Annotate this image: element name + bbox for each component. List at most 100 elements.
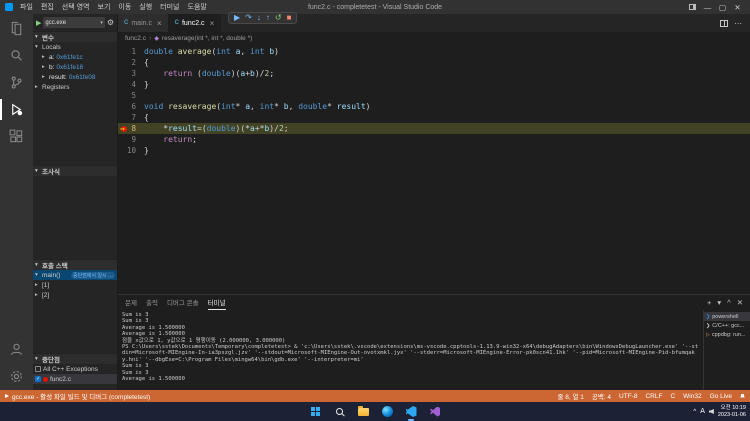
menu-item[interactable]: 도움말	[188, 2, 207, 12]
code-line[interactable]: 7{	[118, 112, 750, 123]
status-item[interactable]: 공백: 4	[592, 391, 611, 401]
variables-section-header[interactable]: ▾ 변수	[33, 31, 117, 42]
callstack-row[interactable]: ▸ [1]	[33, 280, 117, 290]
step-into-button[interactable]: ↓	[257, 14, 261, 22]
activity-extensions[interactable]	[0, 123, 33, 150]
tab-main.c[interactable]: Cmain.c ×	[118, 14, 169, 32]
close-icon[interactable]: ×	[210, 19, 215, 28]
gear-icon[interactable]: ⚙	[107, 18, 114, 27]
code-line[interactable]: 6 void resaverage(int* a, int* b, double*…	[118, 101, 750, 112]
code-line[interactable]: 8 → *result=(double)(*a+*b)/2;	[118, 123, 750, 134]
breakpoints-section-header[interactable]: ▾ 중단점	[33, 353, 117, 364]
menu-item[interactable]: 이동	[118, 2, 131, 12]
line-number[interactable]: 8 →	[118, 123, 144, 134]
bell-icon[interactable]	[740, 393, 745, 398]
breadcrumb-symbol[interactable]: resaverage(int *, int *, double *)	[162, 35, 252, 42]
breakpoint-checkbox[interactable]	[35, 366, 41, 372]
taskbar-search-button[interactable]	[331, 404, 347, 420]
terminal-list-item[interactable]: ❯ powershell	[704, 312, 750, 321]
restart-button[interactable]: ↺	[275, 14, 282, 22]
close-icon[interactable]: ×	[157, 19, 162, 28]
breakpoint-checkbox[interactable]	[35, 376, 41, 382]
panel-tab-터미널[interactable]: 터미널	[207, 295, 226, 310]
activity-run-debug[interactable]	[0, 96, 33, 123]
taskbar-edge-button[interactable]	[379, 404, 395, 420]
close-panel-icon[interactable]: ✕	[737, 298, 743, 307]
taskbar-vscode-button[interactable]	[403, 404, 419, 421]
code-line[interactable]: 1 double average(int a, int b)	[118, 46, 750, 57]
menu-item[interactable]: 편집	[41, 2, 54, 12]
variable-row[interactable]: ▸ b: 0x61fe18	[33, 62, 117, 72]
stop-button[interactable]: ■	[287, 14, 292, 22]
continue-button[interactable]: ▶	[234, 14, 240, 22]
tray-chevron-icon[interactable]: ^	[693, 409, 696, 415]
watch-section-header[interactable]: ▾ 조사식	[33, 165, 117, 176]
variable-row[interactable]: ▸ result: 0x61fe08	[33, 72, 117, 82]
line-number[interactable]: 1	[118, 46, 144, 57]
activity-search[interactable]	[0, 42, 33, 69]
registers-group-row[interactable]: ▸ Registers	[33, 82, 117, 92]
code-line[interactable]: 9 return;	[118, 134, 750, 145]
volume-icon[interactable]	[708, 409, 714, 414]
panel-tab-디버그 콘솔[interactable]: 디버그 콘솔	[167, 295, 199, 310]
debug-config-dropdown[interactable]: gcc.exe ▾	[43, 17, 105, 28]
new-terminal-icon[interactable]: +	[707, 298, 711, 307]
close-button[interactable]: ✕	[730, 0, 745, 14]
maximize-button[interactable]: ▢	[715, 0, 730, 14]
status-item[interactable]: Win32	[683, 393, 701, 400]
menu-item[interactable]: 선택 영역	[62, 2, 90, 12]
variable-row[interactable]: ▸ a: 0x61fe1c	[33, 52, 117, 62]
panel-tab-문제[interactable]: 문제	[125, 295, 137, 310]
minimize-button[interactable]: —	[700, 0, 715, 14]
code-line[interactable]: 3 return (double)(a+b)/2;	[118, 68, 750, 79]
taskbar-start-button[interactable]	[307, 404, 323, 420]
split-editor-icon[interactable]	[720, 19, 728, 27]
breadcrumb[interactable]: func2.c › ◆ resaverage(int *, int *, dou…	[118, 32, 750, 44]
line-number[interactable]: 10	[118, 145, 144, 156]
code-line[interactable]: 5	[118, 90, 750, 101]
status-item[interactable]: UTF-8	[619, 393, 637, 400]
step-out-button[interactable]: ↑	[266, 14, 270, 22]
code-line[interactable]: 2{	[118, 57, 750, 68]
status-item[interactable]: C	[670, 393, 675, 400]
taskbar-visual-studio-button[interactable]	[427, 404, 443, 420]
panel-tab-출력[interactable]: 출력	[146, 295, 158, 310]
line-number[interactable]: 5	[118, 90, 144, 101]
status-item[interactable]: 줄 8, 열 1	[557, 391, 583, 401]
code-line[interactable]: 4}	[118, 79, 750, 90]
status-item[interactable]: Go Live	[710, 393, 732, 400]
maximize-panel-icon[interactable]: ^	[727, 298, 731, 307]
step-over-button[interactable]: ↷	[245, 14, 252, 22]
callstack-row[interactable]: ▾ main() 중단점에서 일시 중지됨	[33, 270, 117, 280]
code-editor[interactable]: 1 double average(int a, int b) 2{3 return …	[118, 44, 750, 294]
status-debug-item[interactable]: gcc.exe - 활성 파일 빌드 및 디버그 (completetest)	[5, 391, 150, 401]
breakpoint-row[interactable]: func2.c	[33, 374, 117, 384]
activity-settings[interactable]	[0, 363, 33, 390]
line-number[interactable]: 9	[118, 134, 144, 145]
locals-group-row[interactable]: ▾ Locals	[33, 42, 117, 52]
chevron-down-icon[interactable]: ▾	[717, 298, 721, 307]
ime-indicator[interactable]: A	[700, 408, 705, 415]
line-number[interactable]: 4	[118, 79, 144, 90]
activity-account[interactable]	[0, 336, 33, 363]
start-debugging-button[interactable]: ▶	[36, 19, 41, 27]
callstack-row[interactable]: ▸ [2]	[33, 290, 117, 300]
taskbar-file-explorer-button[interactable]	[355, 404, 371, 420]
more-actions-icon[interactable]: ⋯	[734, 19, 743, 28]
terminal-list-item[interactable]: ❯ C/C++: gcc...	[704, 321, 750, 330]
activity-explorer[interactable]	[0, 15, 33, 42]
line-number[interactable]: 3	[118, 68, 144, 79]
breadcrumb-file[interactable]: func2.c	[125, 35, 146, 42]
menu-item[interactable]: 보기	[98, 2, 111, 12]
menu-item[interactable]: 파일	[20, 2, 33, 12]
status-item[interactable]: CRLF	[645, 393, 662, 400]
activity-source-control[interactable]	[0, 69, 33, 96]
line-number[interactable]: 7	[118, 112, 144, 123]
taskbar-clock[interactable]: 오전 10:19 2023-01-06	[718, 405, 746, 418]
line-number[interactable]: 6	[118, 101, 144, 112]
breakpoint-row[interactable]: All C++ Exceptions	[33, 364, 117, 374]
layout-toggle-icon[interactable]	[685, 0, 700, 14]
code-line[interactable]: 10}	[118, 145, 750, 156]
terminal-output[interactable]: Sum is 3 Sum is 3 Average is 1.500000 Avera…	[118, 310, 703, 390]
menu-item[interactable]: 실행	[139, 2, 152, 12]
